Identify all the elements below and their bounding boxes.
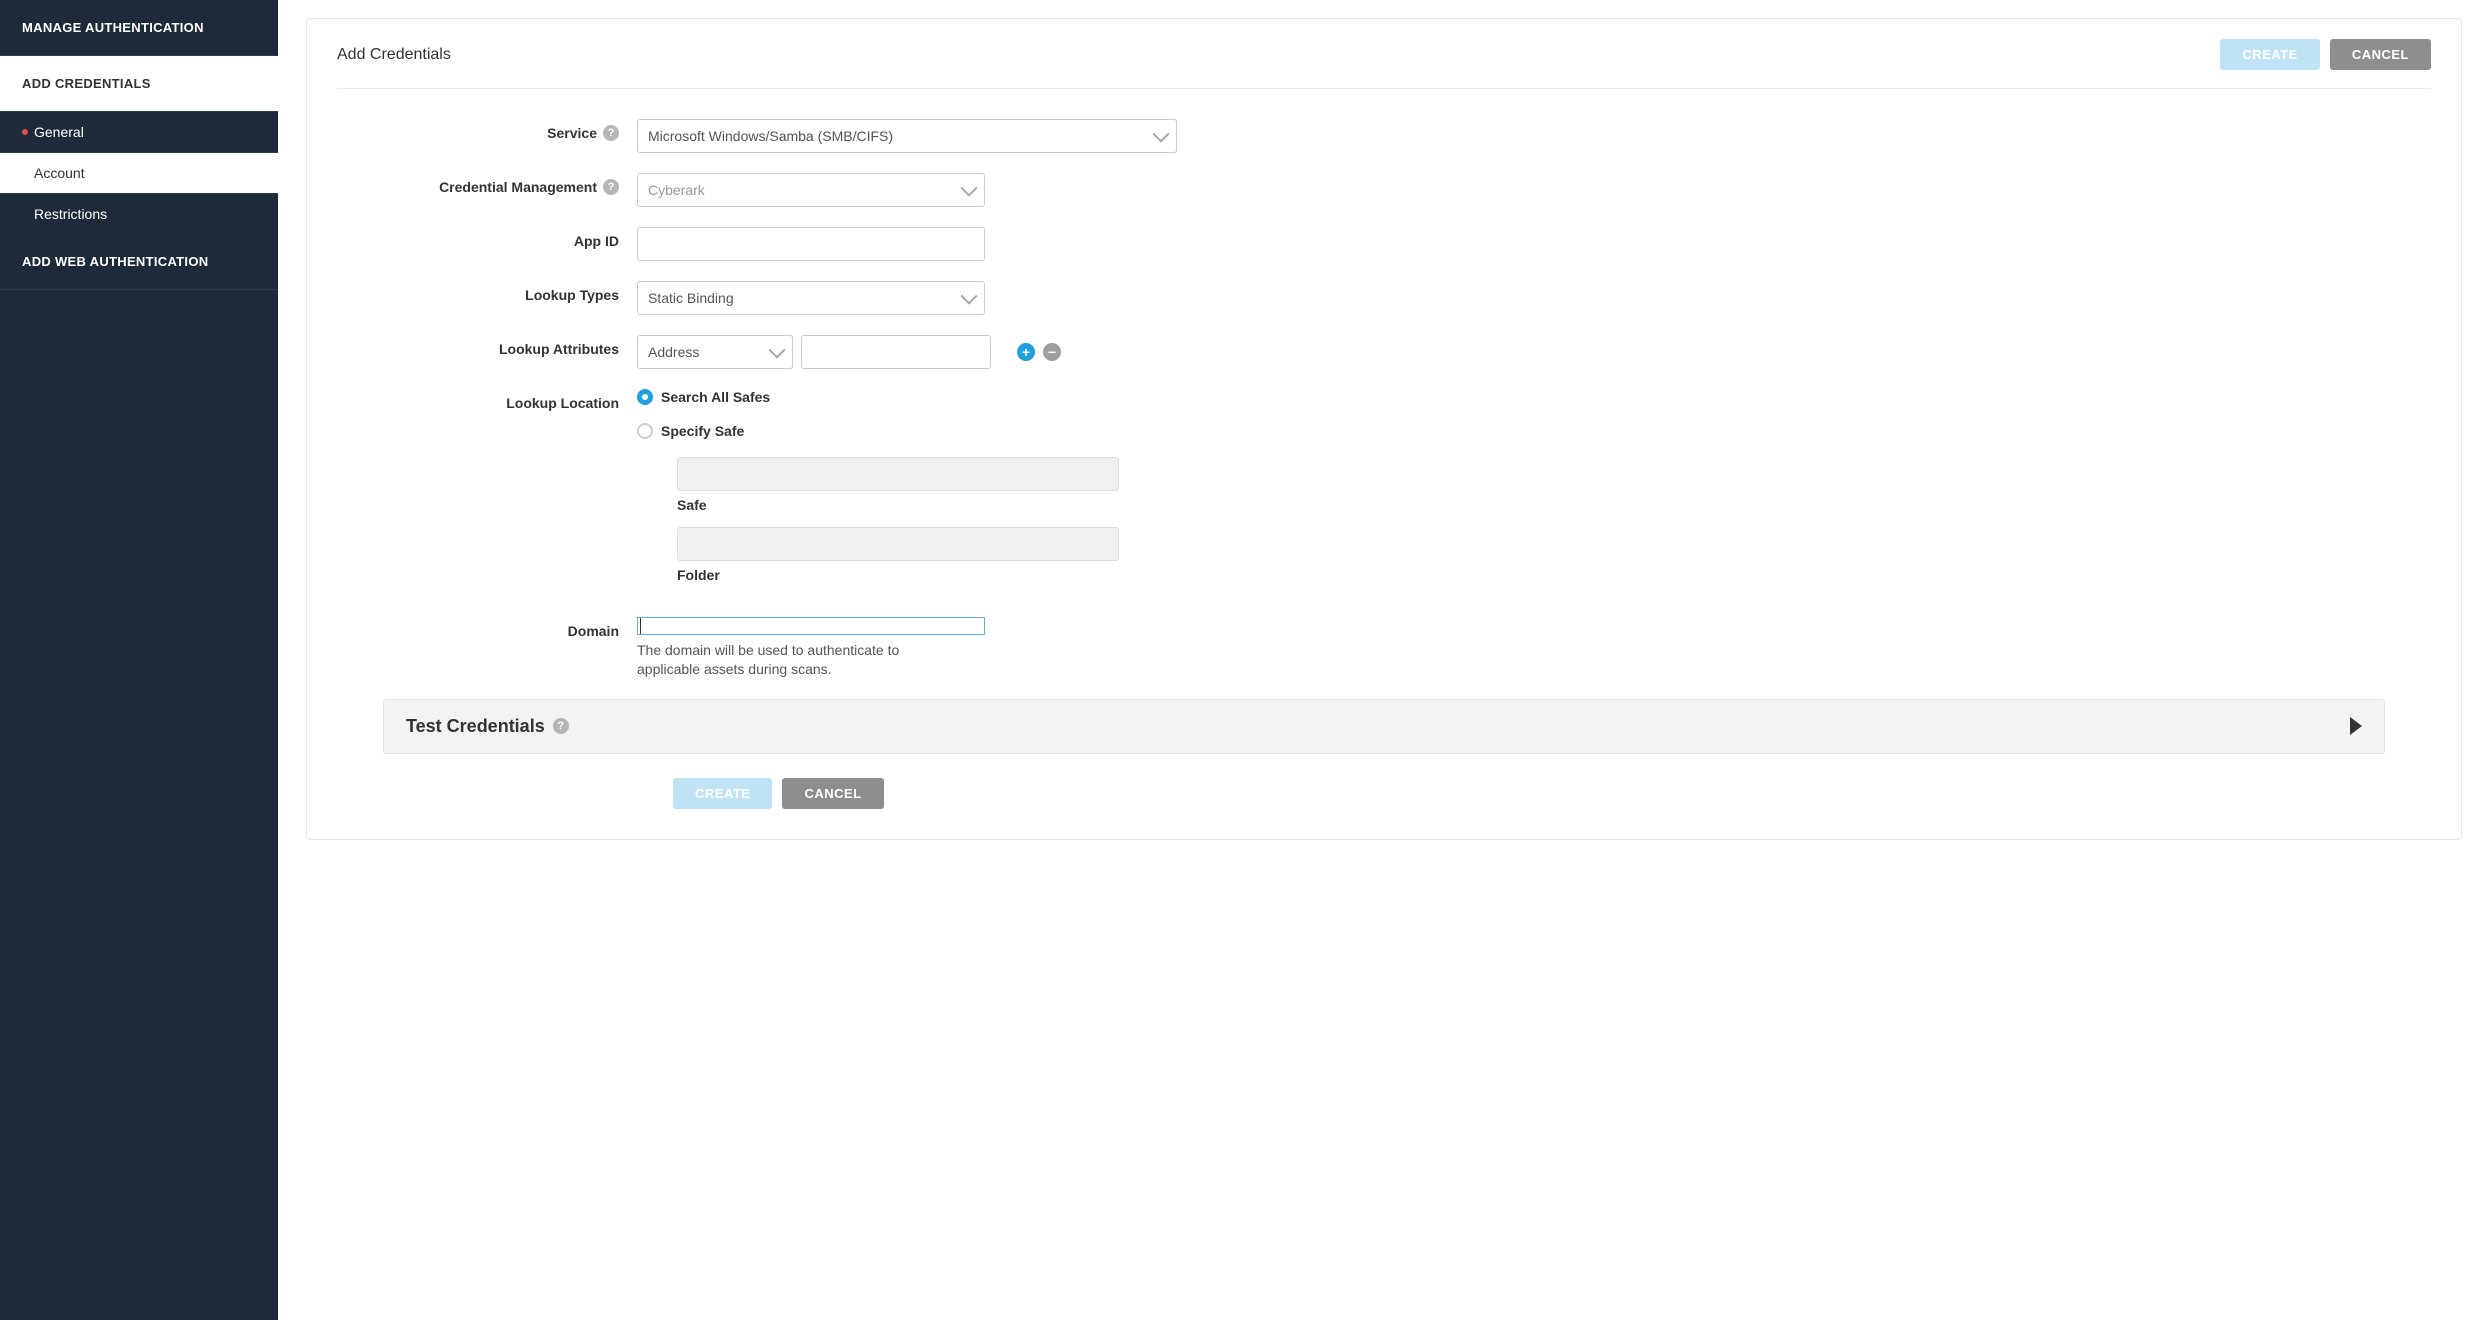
- service-label: Service ?: [337, 119, 637, 141]
- help-icon[interactable]: ?: [603, 125, 619, 141]
- help-icon[interactable]: ?: [553, 718, 569, 734]
- safe-label: Safe: [677, 497, 1437, 513]
- radio-search-all-safes[interactable]: [637, 389, 653, 405]
- lookup-location-label: Lookup Location: [337, 389, 637, 411]
- lookup-attributes-input[interactable]: [801, 335, 991, 369]
- folder-input: [677, 527, 1119, 561]
- domain-helptext: The domain will be used to authenticate …: [637, 641, 957, 679]
- add-attribute-button[interactable]: +: [1017, 343, 1035, 361]
- create-button-top[interactable]: CREATE: [2220, 39, 2319, 70]
- sidebar-item-general[interactable]: General: [0, 111, 278, 152]
- add-credentials-panel: Add Credentials CREATE CANCEL Service ? …: [306, 18, 2462, 840]
- sidebar: MANAGE AUTHENTICATION ADD CREDENTIALS Ge…: [0, 0, 278, 1320]
- panel-header: Add Credentials CREATE CANCEL: [337, 39, 2431, 89]
- folder-label: Folder: [677, 567, 1437, 583]
- domain-label: Domain: [337, 617, 637, 639]
- domain-input[interactable]: [637, 617, 985, 635]
- service-select[interactable]: Microsoft Windows/Samba (SMB/CIFS): [637, 119, 1177, 153]
- help-icon[interactable]: ?: [603, 179, 619, 195]
- lookup-types-label: Lookup Types: [337, 281, 637, 303]
- main-content: Add Credentials CREATE CANCEL Service ? …: [278, 0, 2490, 1320]
- sidebar-item-account[interactable]: Account: [0, 152, 278, 193]
- sidebar-heading-add-web-auth[interactable]: ADD WEB AUTHENTICATION: [0, 234, 278, 289]
- remove-attribute-button[interactable]: −: [1043, 343, 1061, 361]
- lookup-types-select[interactable]: Static Binding: [637, 281, 985, 315]
- test-credentials-title: Test Credentials: [406, 716, 545, 737]
- chevron-right-icon: [2350, 717, 2362, 735]
- credential-management-select[interactable]: Cyberark: [637, 173, 985, 207]
- sidebar-heading-add-credentials[interactable]: ADD CREDENTIALS: [0, 56, 278, 111]
- credential-management-label: Credential Management ?: [337, 173, 637, 195]
- radio-specify-safe[interactable]: [637, 423, 653, 439]
- create-button-bottom[interactable]: CREATE: [673, 778, 772, 809]
- lookup-attributes-label: Lookup Attributes: [337, 335, 637, 357]
- app-id-input[interactable]: [637, 227, 985, 261]
- lookup-attributes-select[interactable]: Address: [637, 335, 793, 369]
- sidebar-item-restrictions[interactable]: Restrictions: [0, 193, 278, 234]
- cancel-button-bottom[interactable]: CANCEL: [782, 778, 883, 809]
- cancel-button-top[interactable]: CANCEL: [2330, 39, 2431, 70]
- sidebar-heading-manage-auth[interactable]: MANAGE AUTHENTICATION: [0, 0, 278, 55]
- radio-specify-safe-label: Specify Safe: [661, 423, 744, 439]
- radio-search-all-safes-label: Search All Safes: [661, 389, 770, 405]
- app-id-label: App ID: [337, 227, 637, 249]
- panel-title: Add Credentials: [337, 46, 451, 64]
- test-credentials-toggle[interactable]: Test Credentials ?: [383, 699, 2385, 754]
- safe-input: [677, 457, 1119, 491]
